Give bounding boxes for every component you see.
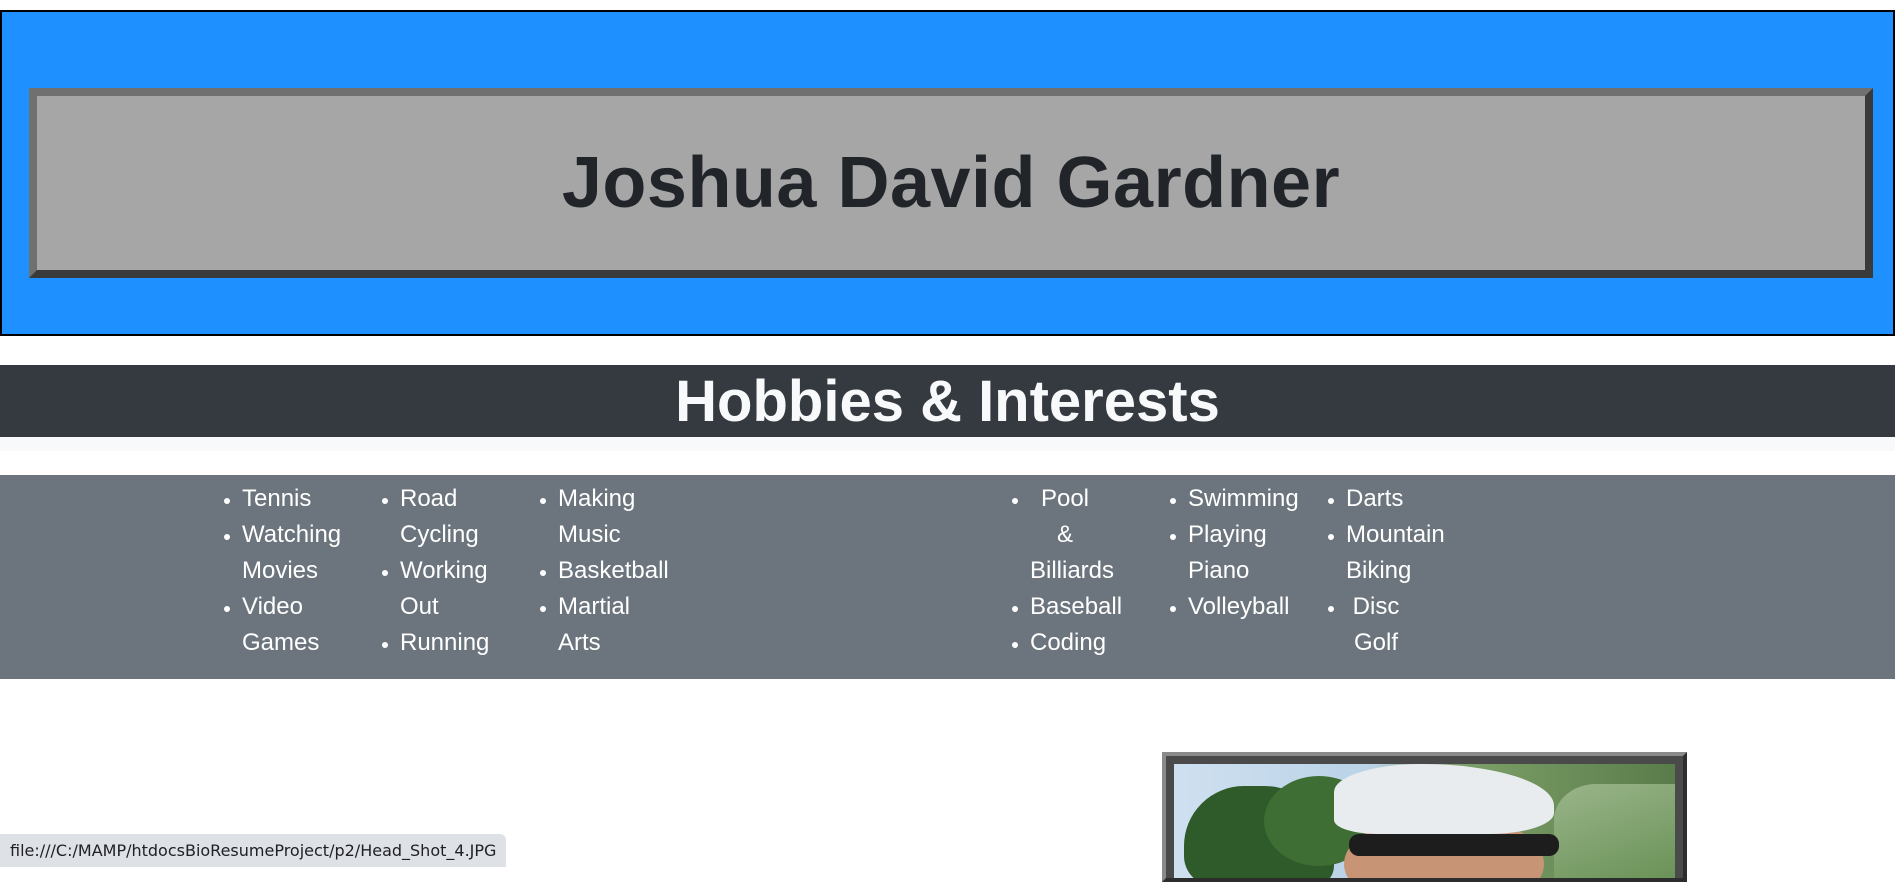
hobby-item: Road Cycling [400,481,490,553]
header-banner: Joshua David Gardner [0,10,1895,336]
name-box: Joshua David Gardner [29,88,1873,278]
hobby-item: Tennis [242,481,392,517]
hobby-item: Watching Movies [242,517,352,589]
photo-cap [1334,764,1554,834]
hobby-item: Basketball [558,553,708,589]
hobby-column-5: Swimming Playing Piano Volleyball [1162,481,1338,625]
page-title: Joshua David Gardner [561,143,1341,223]
scrollbar-gutter [1895,0,1900,867]
hobby-item: Playing Piano [1188,517,1278,589]
hobby-item: Martial Arts [558,589,648,661]
browser-status-bar: file:///C:/MAMP/htdocsBioResumeProject/p… [0,834,507,867]
hobby-item: Making Music [558,481,648,553]
hobby-item: Running [400,625,540,661]
hobby-item: Disc Golf [1346,589,1406,661]
hobbies-heading-bar: Hobbies & Interests [0,365,1895,437]
hobby-item: Coding [1030,625,1160,661]
head-shot-frame [1162,752,1687,882]
divider-strip [0,437,1895,451]
hobby-item: Working Out [400,553,500,625]
hobby-column-4: Pool & Billiards Baseball Coding [1004,481,1160,661]
hobby-item: Mountain Biking [1346,517,1466,589]
hobby-column-1: Tennis Watching Movies Video Games [216,481,392,661]
hobbies-heading: Hobbies & Interests [675,368,1220,434]
hobby-item: Darts [1346,481,1496,517]
hobby-item: Pool & Billiards [1030,481,1114,589]
photo-sunglasses [1349,834,1559,856]
hobby-item: Volleyball [1188,589,1338,625]
hobby-item: Baseball [1030,589,1160,625]
hobby-item: Video Games [242,589,322,661]
hobby-column-3: Making Music Basketball Martial Arts [532,481,708,661]
hobby-item: Swimming [1188,481,1338,517]
head-shot-photo[interactable] [1174,764,1675,878]
hobbies-list-section: Tennis Watching Movies Video Games Road … [0,475,1895,679]
photo-background [1554,784,1675,878]
hobby-column-6: Darts Mountain Biking Disc Golf [1320,481,1496,661]
hobby-column-2: Road Cycling Working Out Running [374,481,540,661]
